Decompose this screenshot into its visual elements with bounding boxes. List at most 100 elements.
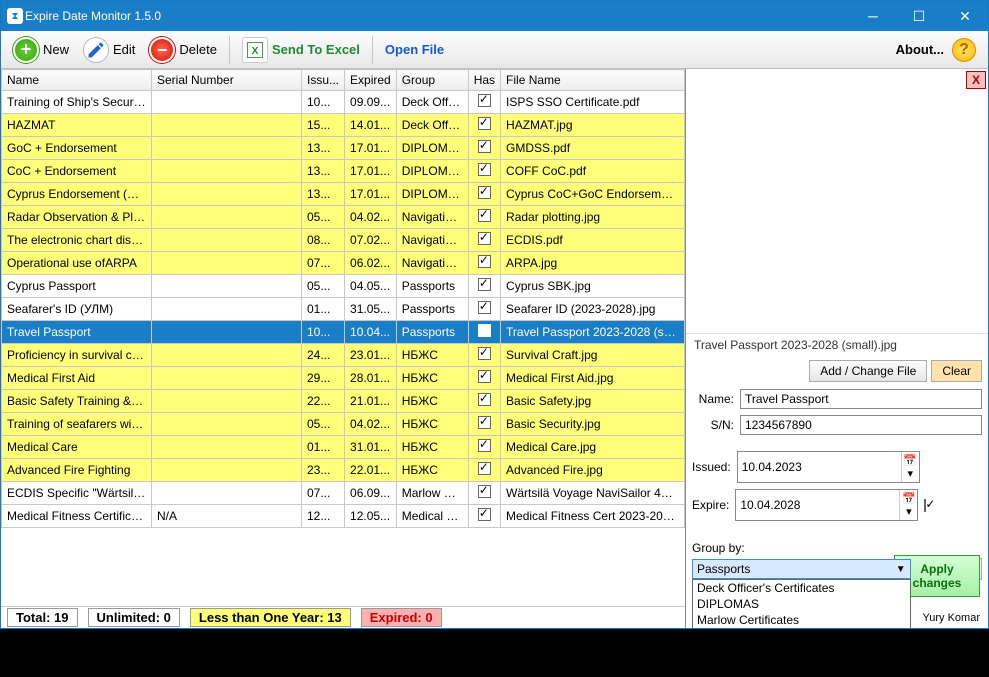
panel-close-button[interactable]: X <box>966 71 986 89</box>
delete-label: Delete <box>179 42 217 57</box>
has-file-checkbox[interactable] <box>478 278 491 291</box>
has-file-checkbox[interactable] <box>478 508 491 521</box>
about-label: About... <box>896 42 944 57</box>
maximize-button[interactable]: ☐ <box>896 1 942 31</box>
expire-date-input[interactable]: 📅▾ <box>735 489 918 521</box>
about-button[interactable]: About... ? <box>890 36 982 64</box>
dropdown-option[interactable]: Marlow Certificates <box>693 612 910 628</box>
has-file-checkbox[interactable] <box>478 416 491 429</box>
cell: 01... <box>302 298 345 321</box>
table-row[interactable]: Radar Observation & Plotting05...04.02..… <box>2 206 685 229</box>
cell: 06.02... <box>345 252 397 275</box>
table-row[interactable]: The electronic chart display ...08...07.… <box>2 229 685 252</box>
dropdown-option[interactable]: DIPLOMAS <box>693 596 910 612</box>
has-file-checkbox[interactable] <box>478 393 491 406</box>
table-row[interactable]: Cyprus Passport05...04.05...PassportsCyp… <box>2 275 685 298</box>
table-row[interactable]: Training of Ship's Security O...10...09.… <box>2 91 685 114</box>
table-row[interactable]: Operational use ofARPA07...06.02...Navig… <box>2 252 685 275</box>
table-row[interactable]: Medical Fitness CertificateN/A12...12.05… <box>2 505 685 528</box>
has-file-checkbox[interactable] <box>478 232 491 245</box>
col-expired[interactable]: Expired <box>345 70 397 91</box>
has-file-checkbox[interactable] <box>478 140 491 153</box>
separator <box>372 36 373 64</box>
cell: Advanced Fire.jpg <box>501 459 685 482</box>
cell <box>152 206 302 229</box>
table-row[interactable]: Travel Passport10...10.04...PassportsTra… <box>2 321 685 344</box>
cell: 06.09... <box>345 482 397 505</box>
new-button[interactable]: + New <box>7 35 75 65</box>
table-row[interactable]: HAZMAT15...14.01...Deck Offic...HAZMAT.j… <box>2 114 685 137</box>
col-sn[interactable]: Serial Number <box>152 70 302 91</box>
cell: 05... <box>302 413 345 436</box>
expire-date-field[interactable] <box>736 496 899 514</box>
has-file-checkbox[interactable] <box>478 186 491 199</box>
has-file-checkbox[interactable] <box>478 324 491 337</box>
cell: HAZMAT.jpg <box>501 114 685 137</box>
name-input[interactable] <box>740 389 982 409</box>
calendar-icon[interactable]: 📅▾ <box>899 490 917 520</box>
calendar-icon[interactable]: 📅▾ <box>901 452 919 482</box>
name-label: Name: <box>692 392 734 406</box>
table-row[interactable]: Seafarer's ID (УЛМ)01...31.05...Passport… <box>2 298 685 321</box>
table-row[interactable]: CoC + Endorsement13...17.01...DIPLOMASCO… <box>2 160 685 183</box>
add-change-file-button[interactable]: Add / Change File <box>809 360 927 382</box>
has-file-checkbox[interactable] <box>478 209 491 222</box>
has-file-checkbox[interactable] <box>478 94 491 107</box>
has-file-checkbox[interactable] <box>478 485 491 498</box>
group-by-dropdown[interactable]: Deck Officer's CertificatesDIPLOMASMarlo… <box>692 579 911 628</box>
table-row[interactable]: Cyprus Endorsement (CoC +...13...17.01..… <box>2 183 685 206</box>
close-button[interactable]: ✕ <box>942 1 988 31</box>
has-file-checkbox[interactable] <box>478 301 491 314</box>
has-file-checkbox[interactable] <box>478 462 491 475</box>
cell <box>152 298 302 321</box>
cell: 12... <box>302 505 345 528</box>
sn-input[interactable] <box>740 415 982 435</box>
dropdown-option[interactable]: Deck Officer's Certificates <box>693 580 910 596</box>
minimize-button[interactable]: ─ <box>850 1 896 31</box>
col-name[interactable]: Name <box>2 70 152 91</box>
issued-label: Issued: <box>692 460 731 474</box>
col-issued[interactable]: Issu... <box>302 70 345 91</box>
cell: 17.01... <box>345 137 397 160</box>
cell: Medical Care.jpg <box>501 436 685 459</box>
cell: Medical First Aid.jpg <box>501 367 685 390</box>
cell: Medical First Aid <box>2 367 152 390</box>
issued-date-input[interactable]: 📅▾ <box>737 451 920 483</box>
issued-date-field[interactable] <box>738 458 901 476</box>
send-to-excel-button[interactable]: X Send To Excel <box>236 35 366 65</box>
has-file-checkbox[interactable] <box>478 347 491 360</box>
cell <box>152 160 302 183</box>
col-has[interactable]: Has <box>468 70 500 91</box>
col-group[interactable]: Group <box>396 70 468 91</box>
cell: 23.01... <box>345 344 397 367</box>
has-file-checkbox[interactable] <box>478 370 491 383</box>
cell: Survival Craft.jpg <box>501 344 685 367</box>
table-row[interactable]: Advanced Fire Fighting23...22.01...НБЖСA… <box>2 459 685 482</box>
status-bar: Total: 19 Unlimited: 0 Less than One Yea… <box>1 606 685 628</box>
table-row[interactable]: Training of seafarers with de...05...04.… <box>2 413 685 436</box>
data-grid[interactable]: Name Serial Number Issu... Expired Group… <box>1 69 685 606</box>
expire-enabled-checkbox[interactable] <box>924 499 926 512</box>
cell: 12.05... <box>345 505 397 528</box>
open-file-button[interactable]: Open File <box>379 40 450 59</box>
col-file[interactable]: File Name <box>501 70 685 91</box>
cell: CoC + Endorsement <box>2 160 152 183</box>
edit-button[interactable]: Edit <box>77 35 141 65</box>
cell <box>152 482 302 505</box>
cell <box>152 275 302 298</box>
clear-file-button[interactable]: Clear <box>931 360 982 382</box>
table-row[interactable]: Basic Safety Training & Instr...22...21.… <box>2 390 685 413</box>
table-row[interactable]: GoC + Endorsement13...17.01...DIPLOMASGM… <box>2 137 685 160</box>
has-file-checkbox[interactable] <box>478 255 491 268</box>
group-by-combo[interactable]: Passports ▼ Deck Officer's CertificatesD… <box>692 559 911 579</box>
has-file-checkbox[interactable] <box>478 117 491 130</box>
table-row[interactable]: ECDIS Specific "Wärtsilä N...07...06.09.… <box>2 482 685 505</box>
table-row[interactable]: Medical First Aid29...28.01...НБЖСMedica… <box>2 367 685 390</box>
delete-button[interactable]: – Delete <box>143 35 223 65</box>
has-file-checkbox[interactable] <box>478 439 491 452</box>
cell <box>152 91 302 114</box>
table-row[interactable]: Proficiency in survival craft ...24...23… <box>2 344 685 367</box>
cell: Basic Safety Training & Instr... <box>2 390 152 413</box>
has-file-checkbox[interactable] <box>478 163 491 176</box>
table-row[interactable]: Medical Care01...31.01...НБЖСMedical Car… <box>2 436 685 459</box>
